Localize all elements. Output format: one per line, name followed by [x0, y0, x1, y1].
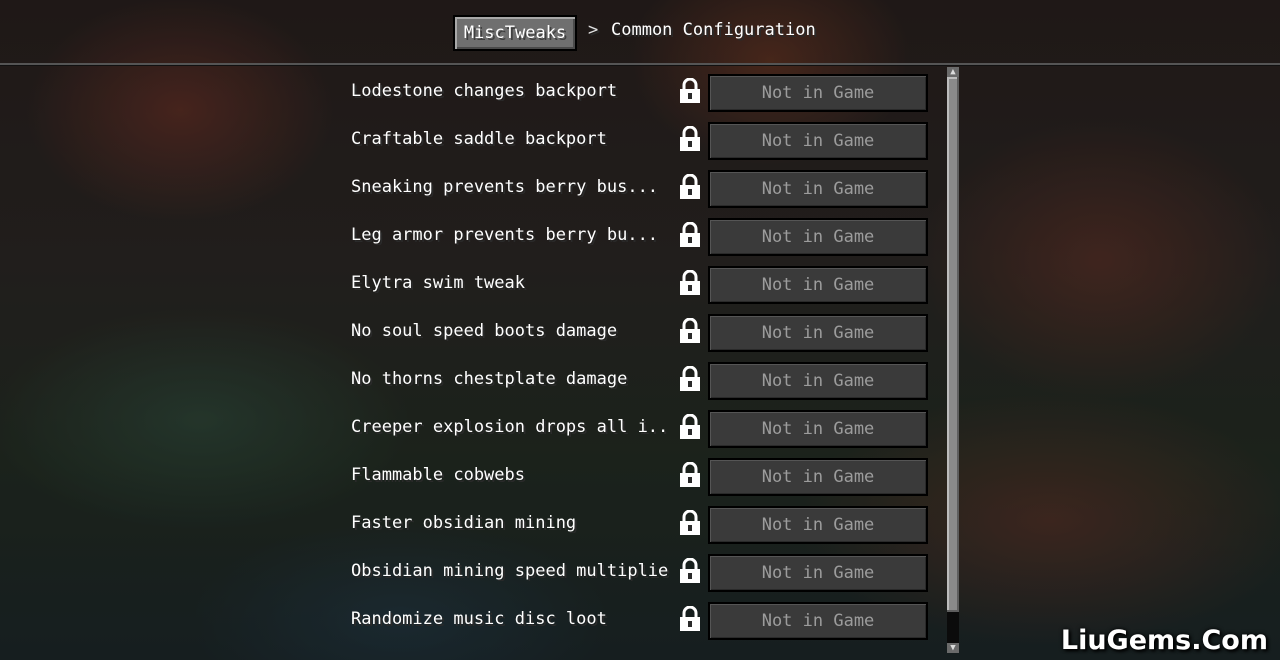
- scroll-down-arrow-icon[interactable]: ▼: [947, 643, 959, 653]
- lock-icon: [680, 462, 700, 487]
- config-row: Craftable saddle backport Not in Game: [340, 116, 940, 160]
- lock-icon: [680, 318, 700, 343]
- config-value-button[interactable]: Not in Game: [708, 266, 928, 304]
- watermark: LiuGems.Com: [1060, 625, 1268, 656]
- config-row-label: Lodestone changes backport: [351, 81, 618, 101]
- config-row: Leg armor prevents berry bu... Not in Ga…: [340, 212, 940, 256]
- config-value-button[interactable]: Not in Game: [708, 362, 928, 400]
- lock-icon: [680, 126, 700, 151]
- config-value-button[interactable]: Not in Game: [708, 506, 928, 544]
- config-row: Flammable cobwebs Not in Game: [340, 452, 940, 496]
- config-value-button[interactable]: Not in Game: [708, 554, 928, 592]
- config-row-label: Craftable saddle backport: [351, 129, 607, 149]
- config-row: No soul speed boots damage Not in Game: [340, 308, 940, 352]
- config-row-label: No soul speed boots damage: [351, 321, 618, 341]
- config-row: Creeper explosion drops all i... Not in …: [340, 404, 940, 448]
- breadcrumb: MiscTweaks > Common Configuration: [0, 0, 1280, 66]
- page-title: Common Configuration: [611, 20, 816, 40]
- config-value-button[interactable]: Not in Game: [708, 314, 928, 352]
- config-row: Randomize music disc loot Not in Game: [340, 596, 940, 640]
- lock-icon: [680, 414, 700, 439]
- config-value-button[interactable]: Not in Game: [708, 122, 928, 160]
- lock-icon: [680, 510, 700, 535]
- config-row: Elytra swim tweak Not in Game: [340, 260, 940, 304]
- config-row: Faster obsidian mining Not in Game: [340, 500, 940, 544]
- header-divider: [0, 63, 1280, 66]
- config-value-button[interactable]: Not in Game: [708, 74, 928, 112]
- config-value-button[interactable]: Not in Game: [708, 170, 928, 208]
- config-row-label: Creeper explosion drops all i...: [351, 417, 671, 437]
- config-row-label: Randomize music disc loot: [351, 609, 607, 629]
- lock-icon: [680, 174, 700, 199]
- config-row-label: Leg armor prevents berry bu...: [351, 225, 659, 245]
- config-row-label: No thorns chestplate damage: [351, 369, 628, 389]
- config-value-button[interactable]: Not in Game: [708, 602, 928, 640]
- config-row: Sneaking prevents berry bus... Not in Ga…: [340, 164, 940, 208]
- lock-icon: [680, 270, 700, 295]
- lock-icon: [680, 606, 700, 631]
- scroll-up-arrow-icon[interactable]: ▲: [947, 67, 959, 77]
- config-row: Lodestone changes backport Not in Game: [340, 68, 940, 112]
- breadcrumb-misctweaks-button[interactable]: MiscTweaks: [453, 15, 577, 51]
- scrollbar-thumb[interactable]: [947, 77, 959, 612]
- config-value-button[interactable]: Not in Game: [708, 458, 928, 496]
- config-value-button[interactable]: Not in Game: [708, 218, 928, 256]
- config-row-label: Flammable cobwebs: [351, 465, 525, 485]
- config-row-label: Obsidian mining speed multiplier: [351, 561, 671, 581]
- config-list: Lodestone changes backport Not in Game C…: [340, 68, 940, 653]
- config-row-label: Sneaking prevents berry bus...: [351, 177, 659, 197]
- breadcrumb-separator: >: [588, 20, 599, 40]
- config-value-button[interactable]: Not in Game: [708, 410, 928, 448]
- lock-icon: [680, 366, 700, 391]
- config-row-label: Faster obsidian mining: [351, 513, 577, 533]
- lock-icon: [680, 558, 700, 583]
- lock-icon: [680, 222, 700, 247]
- config-row: Obsidian mining speed multiplier Not in …: [340, 548, 940, 592]
- lock-icon: [680, 78, 700, 103]
- list-scrollbar[interactable]: ▲ ▼: [947, 67, 959, 653]
- config-row: No thorns chestplate damage Not in Game: [340, 356, 940, 400]
- config-row-label: Elytra swim tweak: [351, 273, 525, 293]
